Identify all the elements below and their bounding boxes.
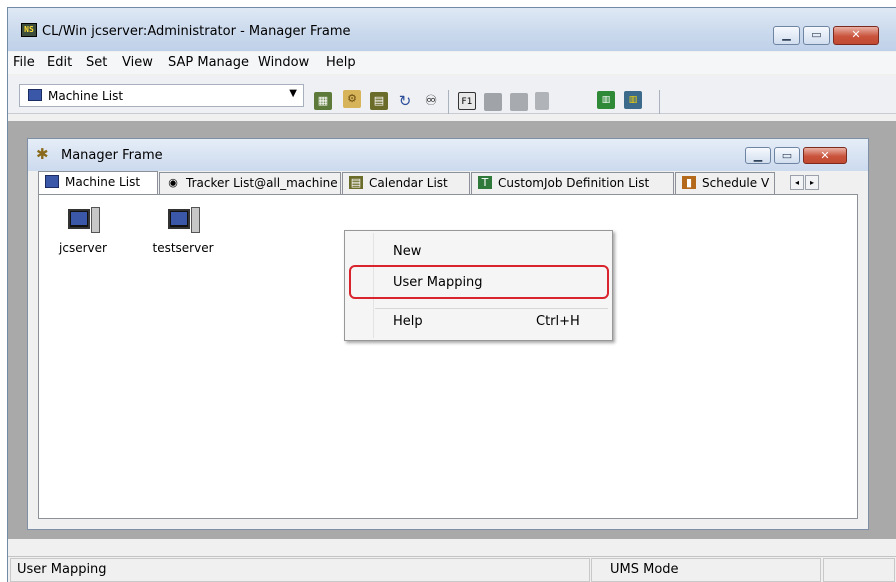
machine-item-testserver[interactable]: testserver — [145, 207, 221, 255]
binoculars-icon[interactable]: ♾ — [422, 92, 440, 110]
tab-strip: Machine List ◉ Tracker List@all_machine … — [38, 171, 858, 195]
tab-schedule-view[interactable]: ▮ Schedule V — [675, 172, 775, 194]
status-message: User Mapping — [10, 558, 590, 582]
title-bar[interactable]: NS CL/Win jcserver:Administrator - Manag… — [8, 8, 896, 51]
customjob-icon: T — [478, 176, 492, 189]
tab-label: Schedule V — [702, 176, 770, 190]
child-maximize-button[interactable]: ▭ — [774, 147, 800, 164]
tab-scroll-right-button[interactable]: ▸ — [805, 175, 819, 190]
status-mode: UMS Mode — [591, 558, 821, 582]
toolbar-separator — [448, 90, 449, 114]
toolbar: Machine List ▼ ▦ ⚙ ▤ ↻ ♾ F1 ▥ ▥ — [8, 76, 896, 114]
maximize-button[interactable]: ▭ — [803, 26, 830, 45]
menu-view[interactable]: View — [122, 55, 153, 70]
child-title-bar[interactable]: ✱ Manager Frame ▁ ▭ ✕ — [28, 139, 868, 171]
document-icon[interactable] — [535, 92, 549, 110]
schedule-icon: ▮ — [682, 176, 696, 189]
view-select[interactable]: Machine List ▼ — [19, 84, 304, 107]
view-select-value: Machine List — [48, 89, 124, 103]
resize-grip[interactable] — [823, 558, 895, 582]
menu-file[interactable]: File — [13, 55, 35, 70]
tab-label: CustomJob Definition List — [498, 176, 650, 190]
tracker-icon: ◉ — [168, 176, 178, 189]
machine-status-icon[interactable]: ▦ — [314, 92, 332, 110]
refresh-icon[interactable]: ↻ — [396, 92, 414, 110]
menu-item-new[interactable]: New — [393, 244, 421, 259]
close-icon: ✕ — [820, 149, 830, 162]
toolbar-separator — [659, 90, 660, 114]
folder-icon[interactable] — [484, 93, 502, 111]
tab-calendar-list[interactable]: ▤ Calendar List — [342, 172, 470, 194]
menu-window[interactable]: Window — [258, 55, 309, 70]
calendar-icon[interactable]: ▤ — [370, 92, 388, 110]
app-logo-icon: NS — [21, 23, 37, 37]
menu-help[interactable]: Help — [326, 55, 356, 70]
menu-separator — [375, 308, 608, 309]
import-icon[interactable]: ▥ — [624, 91, 642, 109]
tab-label: Calendar List — [369, 176, 448, 190]
computer-icon — [66, 207, 100, 237]
tab-customjob-definition-list[interactable]: T CustomJob Definition List — [471, 172, 674, 194]
tab-machine-list[interactable]: Machine List — [38, 171, 158, 195]
tab-label: Machine List — [65, 175, 141, 189]
menu-item-help[interactable]: Help — [393, 314, 423, 329]
child-close-button[interactable]: ✕ — [803, 147, 847, 164]
user-mapping-icon[interactable]: ⚙ — [343, 90, 361, 108]
calendar-icon: ▤ — [349, 176, 363, 189]
tab-scroll-left-button[interactable]: ◂ — [790, 175, 804, 190]
chevron-down-icon[interactable]: ▼ — [289, 88, 297, 99]
minimize-icon: ▁ — [782, 28, 791, 41]
machine-label: testserver — [152, 241, 214, 255]
user-mapping-highlight — [349, 265, 609, 299]
maximize-icon: ▭ — [811, 28, 822, 41]
child-window-title: Manager Frame — [61, 148, 163, 163]
maximize-icon: ▭ — [781, 149, 793, 162]
tab-tracker-list[interactable]: ◉ Tracker List@all_machine — [159, 172, 341, 194]
minimize-button[interactable]: ▁ — [773, 26, 800, 45]
close-button[interactable]: ✕ — [833, 26, 879, 45]
close-icon: ✕ — [851, 28, 861, 41]
monitor-icon — [45, 175, 59, 188]
machine-label: jcserver — [59, 241, 107, 255]
tab-label: Tracker List@all_machine — [186, 176, 338, 190]
grid-icon[interactable] — [510, 93, 528, 111]
status-bar: User Mapping UMS Mode — [8, 556, 896, 582]
window-title: CL/Win jcserver:Administrator - Manager … — [42, 24, 351, 39]
minimize-icon: ▁ — [753, 149, 763, 162]
machine-item-jcserver[interactable]: jcserver — [45, 207, 121, 255]
computer-icon — [166, 207, 200, 237]
menu-sap-manage[interactable]: SAP Manage — [168, 55, 249, 70]
help-shortcut: Ctrl+H — [536, 314, 580, 329]
child-minimize-button[interactable]: ▁ — [745, 147, 771, 164]
machine-list-icon — [28, 89, 42, 101]
menu-set[interactable]: Set — [86, 55, 107, 70]
manager-frame-icon: ✱ — [36, 145, 49, 163]
menu-edit[interactable]: Edit — [47, 55, 72, 70]
f1-help-icon[interactable]: F1 — [458, 92, 476, 110]
export-icon[interactable]: ▥ — [597, 91, 615, 109]
menu-bar: File Edit Set View SAP Manage Window Hel… — [8, 52, 896, 74]
